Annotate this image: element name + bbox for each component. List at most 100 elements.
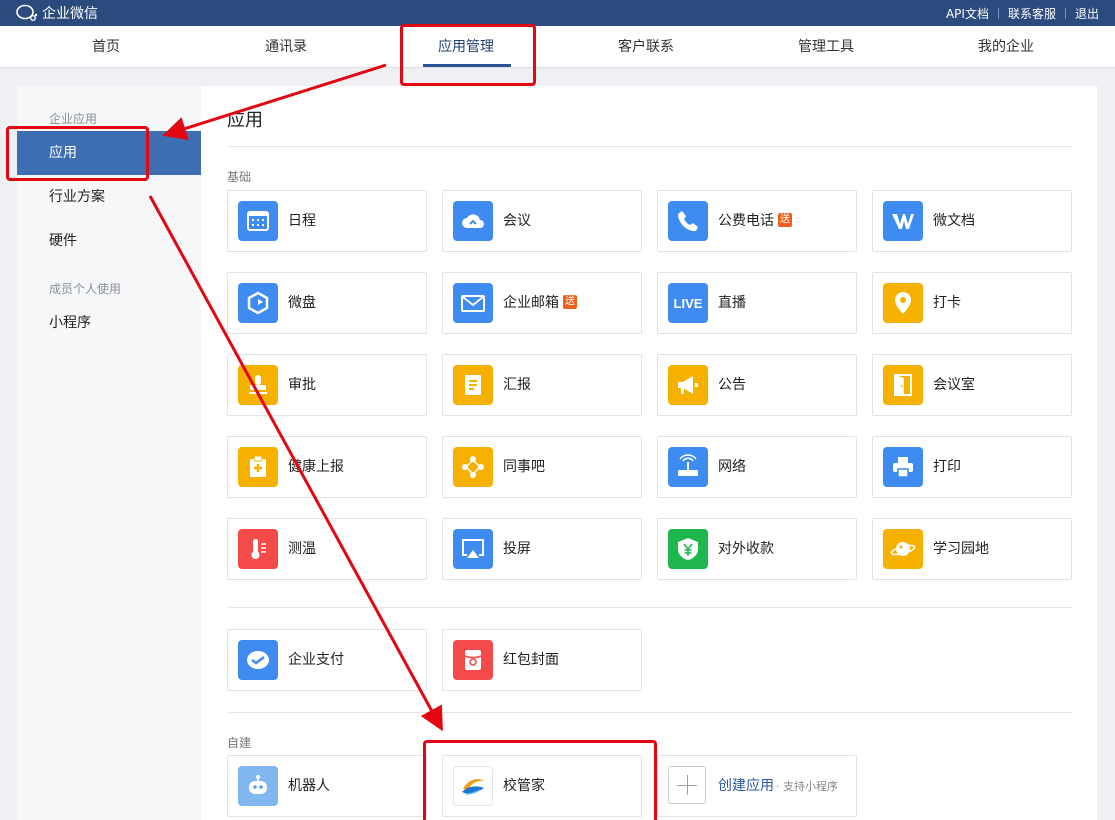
app-tile-live[interactable]: LIVE 直播 — [657, 272, 857, 334]
sidebar-item-hardware[interactable]: 硬件 — [17, 219, 201, 263]
annotation-box-nav — [400, 24, 536, 86]
nav-customer-contact[interactable]: 客户联系 — [618, 26, 674, 68]
sidebar-group-enterprise-apps: 企业应用 — [49, 112, 98, 126]
live-icon-text: LIVE — [673, 295, 703, 311]
app-label: 微文档 — [933, 213, 975, 229]
divider — [227, 712, 1072, 713]
app-tile-report[interactable]: 汇报 — [442, 354, 642, 416]
app-label: 直播 — [718, 295, 746, 311]
top-bar: 企业微信 API文档 联系客服 退出 — [0, 0, 1115, 26]
app-tile-meeting[interactable]: 会议 — [442, 190, 642, 252]
app-label: 同事吧 — [503, 459, 545, 475]
app-label: 测温 — [288, 541, 316, 557]
app-tile-learning-garden[interactable]: 学习园地 — [872, 518, 1072, 580]
section-label-custom: 自建 — [227, 736, 252, 750]
logout-link[interactable]: 退出 — [1075, 5, 1099, 22]
app-tile-public-phone[interactable]: 公费电话送 — [657, 190, 857, 252]
megaphone-icon — [668, 365, 708, 405]
app-label: 微盘 — [288, 295, 316, 311]
app-label: 机器人 — [288, 778, 330, 794]
nav-management-tools[interactable]: 管理工具 — [798, 26, 854, 68]
app-label: 公费电话送 — [718, 212, 792, 229]
app-tile-drive[interactable]: 微盘 — [227, 272, 427, 334]
nav-home[interactable]: 首页 — [92, 26, 120, 68]
app-tile-print[interactable]: 打印 — [872, 436, 1072, 498]
nav-my-company[interactable]: 我的企业 — [978, 26, 1034, 68]
sidebar-item-mini-programs[interactable]: 小程序 — [17, 301, 201, 345]
router-icon — [668, 447, 708, 487]
divider — [997, 8, 999, 19]
app-tile-schedule[interactable]: 日程 — [227, 190, 427, 252]
app-tile-approval[interactable]: 审批 — [227, 354, 427, 416]
app-tile-wedoc[interactable]: 微文档 — [872, 190, 1072, 252]
thermometer-icon — [238, 529, 278, 569]
divider — [227, 146, 1072, 147]
live-icon: LIVE — [668, 283, 708, 323]
app-label: 审批 — [288, 377, 316, 393]
robot-icon — [238, 766, 278, 806]
annotation-box-sidebar — [6, 126, 149, 181]
brand-name: 企业微信 — [42, 6, 98, 22]
app-tile-temperature[interactable]: 测温 — [227, 518, 427, 580]
app-label: 日程 — [288, 213, 316, 229]
app-tile-announcement[interactable]: 公告 — [657, 354, 857, 416]
nav-contacts[interactable]: 通讯录 — [265, 26, 307, 68]
app-label: 红包封面 — [503, 652, 559, 668]
airplay-icon — [453, 529, 493, 569]
app-label: 对外收款 — [718, 541, 774, 557]
create-app-tile[interactable]: 创建应用 · 支持小程序 — [657, 755, 857, 817]
create-app-sub: · 支持小程序 — [776, 780, 838, 793]
sidebar-item-industry-solutions[interactable]: 行业方案 — [17, 175, 201, 219]
app-tile-screen-cast[interactable]: 投屏 — [442, 518, 642, 580]
section-label-basic: 基础 — [227, 170, 252, 184]
app-tile-colleagues-bar[interactable]: 同事吧 — [442, 436, 642, 498]
app-label: 会议室 — [933, 377, 975, 393]
red-envelope-icon — [453, 640, 493, 680]
printer-icon — [883, 447, 923, 487]
api-docs-link[interactable]: API文档 — [946, 5, 989, 22]
app-tile-enterprise-mail[interactable]: 企业邮箱送 — [442, 272, 642, 334]
contact-support-link[interactable]: 联系客服 — [1008, 5, 1056, 22]
share-nodes-icon — [453, 447, 493, 487]
app-tile-meeting-room[interactable]: 会议室 — [872, 354, 1072, 416]
annotation-box-app — [423, 740, 657, 820]
stamp-icon — [238, 365, 278, 405]
app-label: 企业邮箱送 — [503, 294, 577, 311]
w-doc-icon — [883, 201, 923, 241]
app-tile-external-payment[interactable]: 对外收款 — [657, 518, 857, 580]
app-label: 企业支付 — [288, 652, 344, 668]
app-label: 打卡 — [933, 295, 961, 311]
brand-logo[interactable]: 企业微信 — [16, 3, 98, 23]
app-tile-health-report[interactable]: 健康上报 — [227, 436, 427, 498]
app-label: 会议 — [503, 213, 531, 229]
divider — [1064, 8, 1066, 19]
app-label: 学习园地 — [933, 541, 989, 557]
app-tile-red-envelope-cover[interactable]: 红包封面 — [442, 629, 642, 691]
app-tile-check-in[interactable]: 打卡 — [872, 272, 1072, 334]
app-tile-network[interactable]: 网络 — [657, 436, 857, 498]
health-clipboard-icon — [238, 447, 278, 487]
app-label: 公告 — [718, 377, 746, 393]
yuan-shield-icon — [668, 529, 708, 569]
drive-icon — [238, 283, 278, 323]
app-tile-robot[interactable]: 机器人 — [227, 755, 427, 817]
app-tile-enterprise-pay[interactable]: 企业支付 — [227, 629, 427, 691]
divider — [227, 607, 1072, 608]
app-label: 汇报 — [503, 377, 531, 393]
phone-icon — [668, 201, 708, 241]
report-icon — [453, 365, 493, 405]
gift-badge: 送 — [778, 212, 792, 227]
door-icon — [883, 365, 923, 405]
wecom-logo-icon — [16, 4, 38, 21]
sidebar: 企业应用 应用 行业方案 硬件 成员个人使用 小程序 — [17, 86, 201, 820]
main-panel: 应用 基础 日程 会议 公费电话送 微文档 微盘 企业邮箱 送 LIVE 直播 … — [201, 86, 1097, 820]
main-nav: 首页 通讯录 应用管理 客户联系 管理工具 我的企业 — [0, 26, 1115, 68]
page-title: 应用 — [227, 110, 263, 131]
mail-icon — [453, 283, 493, 323]
gift-badge: 送 — [563, 294, 577, 309]
app-label: 投屏 — [503, 541, 531, 557]
app-label: 网络 — [718, 459, 746, 475]
location-pin-icon — [883, 283, 923, 323]
sidebar-group-personal-use: 成员个人使用 — [49, 282, 122, 296]
plus-icon — [668, 766, 706, 804]
